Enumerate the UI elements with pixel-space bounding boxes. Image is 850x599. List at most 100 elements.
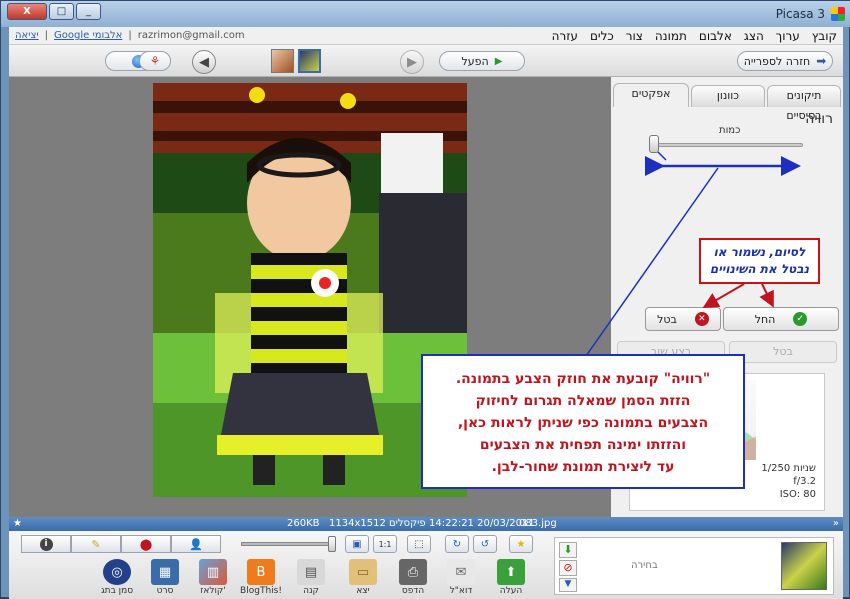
- star-button[interactable]: ★: [509, 535, 533, 553]
- tool-label: קולאז': [200, 586, 226, 596]
- photo-tray: ⬇ ⊘ ▼ בחירה: [554, 537, 834, 595]
- zoom-slider-handle[interactable]: [328, 536, 336, 552]
- tool-print[interactable]: ⎙ הדפס: [389, 559, 437, 596]
- account-area: יציאה | Google אלבומי | razrimon@gmail.c…: [15, 30, 245, 41]
- previous-photo-button[interactable]: ◀: [192, 50, 216, 74]
- photo[interactable]: [153, 83, 467, 497]
- tool-label: יצא: [356, 586, 370, 596]
- zoom-image-button[interactable]: ▣: [345, 535, 369, 553]
- next-photo-button[interactable]: ▶: [400, 50, 424, 74]
- x-cancel-icon: ✕: [694, 312, 709, 326]
- fit-screen-icon: ⬚: [414, 538, 424, 550]
- tool-shop[interactable]: ▤ קנה: [287, 559, 335, 596]
- tool-label: הדפס: [401, 586, 425, 596]
- hold-button[interactable]: ⬇: [559, 542, 577, 558]
- photo-viewer: [9, 77, 611, 517]
- menu: קובץ ערוך הצג אלבום תמונה צור כלים עזרה: [552, 29, 837, 43]
- window-controls: X □ _: [7, 3, 103, 20]
- undo-button[interactable]: בטל: [729, 341, 837, 363]
- places-button[interactable]: ⬤: [121, 535, 171, 553]
- tool-blogthis[interactable]: B BlogThis!: [237, 559, 285, 596]
- image-zoom-icon: ▣: [352, 538, 362, 550]
- zoom-slider-track[interactable]: [241, 542, 333, 546]
- camera-info: 1/250 שניות f/3.2 ISO: 80: [761, 462, 816, 501]
- blogger-icon: B: [247, 559, 275, 585]
- tool-google-earth[interactable]: ◎ סמן בתג: [93, 559, 141, 596]
- tool-label: קנה: [303, 586, 319, 596]
- tool-email[interactable]: ✉ דוא"ל: [437, 559, 485, 596]
- email-icon: ✉: [447, 559, 475, 585]
- status-bar: ★ » 083.jpg 14:22:21 20/03/2011 1134x151…: [9, 517, 843, 531]
- cancel-button[interactable]: בטל ✕: [645, 307, 721, 331]
- play-label: הפעל: [461, 54, 489, 68]
- apply-button[interactable]: החל ✓: [723, 307, 839, 331]
- tags-button[interactable]: ✎: [71, 535, 121, 553]
- upload-icon: ⬆: [497, 559, 525, 585]
- checkmark-icon: ✓: [793, 312, 808, 326]
- apply-label: החל: [754, 312, 776, 326]
- menu-help[interactable]: עזרה: [552, 29, 578, 43]
- collapse-icon[interactable]: »: [833, 518, 839, 529]
- filmstrip-thumb[interactable]: [271, 49, 294, 73]
- clear-button[interactable]: ⊘: [559, 560, 577, 576]
- fit-button[interactable]: ⬚: [407, 535, 431, 553]
- tool-collage[interactable]: ▥ קולאז': [189, 559, 237, 596]
- separator: |: [128, 30, 132, 41]
- film-icon: ▦: [151, 559, 179, 585]
- histogram: [636, 380, 756, 460]
- close-button[interactable]: X: [7, 3, 47, 20]
- restore-button[interactable]: □: [49, 3, 74, 20]
- people-share-icon: ⚘: [149, 54, 161, 68]
- signout-link[interactable]: יציאה: [15, 30, 39, 41]
- menu-picture[interactable]: תמונה: [655, 29, 687, 43]
- tab-effects[interactable]: אפקטים: [613, 83, 689, 107]
- minimize-button[interactable]: _: [76, 3, 101, 20]
- tool-label: העלה: [499, 586, 523, 596]
- picasa-logo-icon: [831, 7, 845, 21]
- menu-file[interactable]: קובץ: [812, 29, 837, 43]
- redo-button[interactable]: בצע שוב: [617, 341, 725, 363]
- rotate-left-button[interactable]: ↺: [473, 535, 497, 553]
- play-slideshow-button[interactable]: הפעל ▶: [439, 51, 525, 71]
- tool-movie[interactable]: ▦ סרט: [141, 559, 189, 596]
- web-albums-link[interactable]: Google אלבומי: [54, 30, 122, 41]
- menu-bar: קובץ ערוך הצג אלבום תמונה צור כלים עזרה …: [9, 27, 843, 45]
- properties-button[interactable]: i: [21, 535, 71, 553]
- play-icon: ▶: [494, 55, 503, 67]
- tool-label: סרט: [156, 586, 174, 596]
- tool-export[interactable]: ▭ יצא: [339, 559, 387, 596]
- arrow-right-icon: ▶: [407, 54, 417, 70]
- window-title: Picasa 3: [775, 7, 825, 21]
- map-pin-icon: ⬤: [139, 537, 153, 551]
- clear-icon: ⊘: [563, 561, 573, 574]
- tool-label: דוא"ל: [449, 586, 473, 596]
- shutter-speed: 1/250 שניות: [761, 463, 816, 474]
- shop-icon: ▤: [297, 559, 325, 585]
- picasa-window: X □ _ Picasa 3 קובץ ערוך הצג אלבום תמונה…: [0, 0, 850, 599]
- tool-upload[interactable]: ⬆ העלה: [487, 559, 535, 596]
- actual-size-icon: 1:1: [378, 539, 392, 549]
- menu-album[interactable]: אלבום: [699, 29, 732, 43]
- menu-tools[interactable]: כלים: [590, 29, 614, 43]
- album-add-icon: ▼: [564, 579, 572, 589]
- filmstrip-thumb-selected[interactable]: [298, 49, 321, 73]
- tab-basic-fixes[interactable]: תיקונים בסיסיים: [767, 85, 841, 122]
- people-button[interactable]: 👤: [171, 535, 221, 553]
- star-icon: ★: [13, 518, 22, 529]
- actual-size-button[interactable]: 1:1: [373, 535, 397, 553]
- status-dimensions: 1134x1512 פיקסלים: [329, 518, 426, 529]
- title-bar: X □ _ Picasa 3: [1, 1, 850, 27]
- printer-icon: ⎙: [399, 559, 427, 585]
- saturation-slider-handle[interactable]: [649, 135, 659, 153]
- rotate-right-button[interactable]: ↻: [445, 535, 469, 553]
- back-to-library-button[interactable]: חזרה לספרייה ➡: [737, 51, 833, 71]
- menu-create[interactable]: צור: [626, 29, 643, 43]
- menu-view[interactable]: הצג: [744, 29, 764, 43]
- tab-tuning[interactable]: כוונון: [691, 85, 765, 107]
- share-button[interactable]: ⚘: [139, 51, 171, 71]
- menu-edit[interactable]: ערוך: [776, 29, 800, 43]
- add-to-album-button[interactable]: ▼: [559, 578, 577, 592]
- saturation-slider-track[interactable]: [653, 143, 803, 147]
- folder-icon: ▭: [349, 559, 377, 585]
- tray-thumbnail[interactable]: [781, 542, 827, 590]
